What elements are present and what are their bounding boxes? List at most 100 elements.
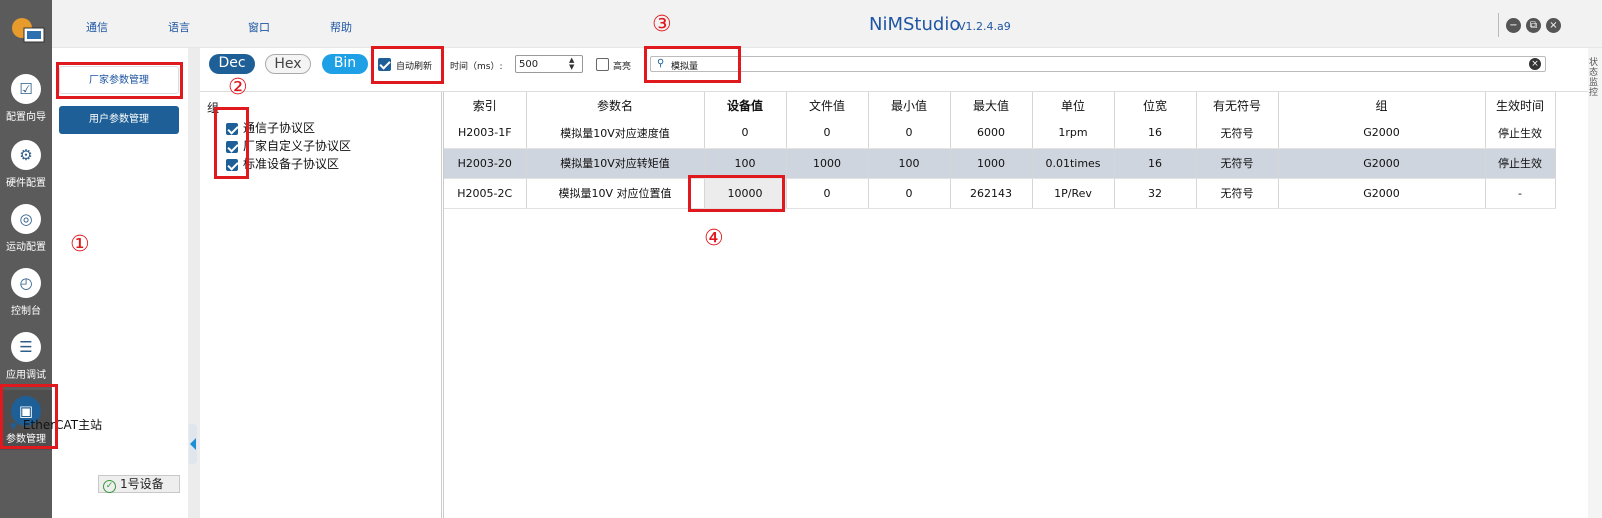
param-search-input[interactable]: ⚲ 模拟量 × [650, 56, 1546, 72]
col-header-file-value[interactable]: 文件值 [786, 92, 869, 118]
highlight-check-icon[interactable] [596, 58, 609, 71]
rail-label: 应用调试 [6, 370, 46, 381]
online-check-icon: ✓ [103, 480, 116, 493]
annotation-number-2: ② [228, 75, 248, 100]
app-window: ☑ 配置向导 ⚙ 硬件配置 ◎ 运动配置 ◴ 控制台 ☰ 应用调试 ▣ 参数管理… [0, 0, 1602, 518]
minimize-icon[interactable]: − [1506, 18, 1521, 33]
menu-communication[interactable]: 通信 [86, 19, 108, 35]
group-label: 通信子协议区 [243, 121, 316, 135]
cell-max: 262143 [950, 178, 1033, 209]
cell-name: 模拟量10V对应速度值 [526, 118, 705, 149]
cell-file-value: 1000 [786, 148, 869, 179]
annotation-number-4: ④ [704, 226, 724, 251]
table-header-row: 索引 参数名 设备值 文件值 最小值 最大值 单位 位宽 有无符号 组 生效时间 [444, 92, 1556, 118]
hardware-config-icon: ⚙ [11, 140, 41, 170]
group-label: 厂家自定义子协议区 [243, 139, 352, 153]
cell-max: 6000 [950, 118, 1033, 149]
cell-file-value: 0 [786, 178, 869, 209]
cell-device-value[interactable]: 100 [704, 148, 787, 179]
cell-bit-width: 16 [1114, 148, 1197, 179]
param-manage-panel: 厂家参数管理 用户参数管理 [52, 48, 188, 518]
app-debug-icon: ☰ [11, 332, 41, 362]
col-header-name[interactable]: 参数名 [526, 92, 705, 118]
console-icon: ◴ [11, 268, 41, 298]
collapse-panel-icon[interactable] [189, 424, 197, 464]
bin-button[interactable]: Bin [322, 54, 368, 74]
table-row-selected[interactable]: H2003-20 模拟量10V对应转矩值 100 1000 100 1000 0… [444, 148, 1556, 179]
cell-group: G2000 [1278, 148, 1486, 179]
rail-label: 控制台 [11, 306, 41, 317]
app-logo-icon [12, 18, 45, 43]
tree-child-label: 1号设备 [120, 477, 164, 491]
annotation-box-vendor-params [56, 62, 183, 99]
tree-item-device-1[interactable]: ✓ 1号设备 [98, 475, 180, 493]
cell-group: G2000 [1278, 178, 1486, 209]
menu-window[interactable]: 窗口 [248, 19, 270, 35]
group-label: 标准设备子协议区 [243, 157, 340, 171]
rail-item-motion-config[interactable]: ◎ 运动配置 [0, 198, 52, 258]
cell-signed: 无符号 [1196, 148, 1279, 179]
cell-file-value: 0 [786, 118, 869, 149]
col-header-index[interactable]: 索引 [444, 92, 527, 118]
col-header-effective-time[interactable]: 生效时间 [1485, 92, 1556, 118]
cell-bit-width: 16 [1114, 118, 1197, 149]
cell-effective-time: 停止生效 [1485, 148, 1556, 179]
cell-index: H2003-20 [444, 148, 527, 179]
rail-label: 硬件配置 [6, 178, 46, 189]
cell-unit: 1P/Rev [1032, 178, 1115, 209]
restore-icon[interactable]: ⧉ [1526, 18, 1541, 33]
param-table: 索引 参数名 设备值 文件值 最小值 最大值 单位 位宽 有无符号 组 生效时间… [443, 92, 1556, 518]
table-row[interactable]: H2005-2C 模拟量10V 对应位置值 10000 0 0 262143 1… [444, 178, 1556, 209]
menu-help[interactable]: 帮助 [330, 19, 352, 35]
title-bar: 通信 语言 窗口 帮助 NiMStudio V1.2.4.a9 − ⧉ × [52, 0, 1602, 48]
cell-device-value[interactable]: 0 [704, 118, 787, 149]
annotation-box-search [644, 46, 741, 83]
app-version: V1.2.4.a9 [958, 20, 1011, 33]
rail-label: 运动配置 [6, 242, 46, 253]
annotation-box-param-manage [0, 384, 58, 449]
motion-config-icon: ◎ [11, 204, 41, 234]
col-header-bit-width[interactable]: 位宽 [1114, 92, 1197, 118]
hex-button[interactable]: Hex [265, 54, 311, 74]
col-header-signed[interactable]: 有无符号 [1196, 92, 1279, 118]
rail-item-console[interactable]: ◴ 控制台 [0, 262, 52, 322]
col-header-group[interactable]: 组 [1278, 92, 1486, 118]
stepper-arrows-icon[interactable]: ▲ ▼ [569, 57, 579, 71]
app-title: NiMStudio [869, 14, 961, 35]
menu-language[interactable]: 语言 [168, 19, 190, 35]
annotation-box-device-value [688, 175, 785, 212]
col-header-min[interactable]: 最小值 [868, 92, 951, 118]
highlight-label: 高亮 [613, 62, 632, 72]
rail-item-config-wizard[interactable]: ☑ 配置向导 [0, 68, 52, 128]
cell-index: H2003-1F [444, 118, 527, 149]
annotation-box-groups [214, 107, 249, 179]
user-params-button[interactable]: 用户参数管理 [59, 106, 179, 134]
cell-max: 1000 [950, 148, 1033, 179]
cell-name: 模拟量10V 对应位置值 [526, 178, 705, 209]
annotation-box-auto-refresh [371, 46, 444, 84]
rail-item-app-debug[interactable]: ☰ 应用调试 [0, 326, 52, 386]
cell-effective-time: - [1485, 178, 1556, 209]
col-header-max[interactable]: 最大值 [950, 92, 1033, 118]
cell-min: 0 [868, 178, 951, 209]
status-monitor-strip[interactable] [1588, 48, 1602, 518]
status-monitor-label: 状态监控 [1589, 58, 1599, 98]
wizard-icon: ☑ [11, 74, 41, 104]
dec-button[interactable]: Dec [209, 54, 255, 74]
rail-item-hardware-config[interactable]: ⚙ 硬件配置 [0, 134, 52, 194]
table-row[interactable]: H2003-1F 模拟量10V对应速度值 0 0 0 6000 1rpm 16 … [444, 118, 1556, 149]
window-controls-divider [1498, 13, 1499, 37]
time-ms-stepper[interactable]: 500 ▲ ▼ [515, 55, 583, 73]
close-icon[interactable]: × [1546, 18, 1561, 33]
highlight-checkbox[interactable] [596, 57, 609, 71]
annotation-number-1: ① [70, 232, 90, 257]
cell-min: 0 [868, 118, 951, 149]
clear-search-icon[interactable]: × [1529, 58, 1541, 70]
cell-signed: 无符号 [1196, 178, 1279, 209]
col-header-unit[interactable]: 单位 [1032, 92, 1115, 118]
time-value: 500 [519, 59, 539, 70]
col-header-device-value[interactable]: 设备值 [704, 92, 787, 118]
cell-bit-width: 32 [1114, 178, 1197, 209]
cell-group: G2000 [1278, 118, 1486, 149]
cell-unit: 0.01times [1032, 148, 1115, 179]
